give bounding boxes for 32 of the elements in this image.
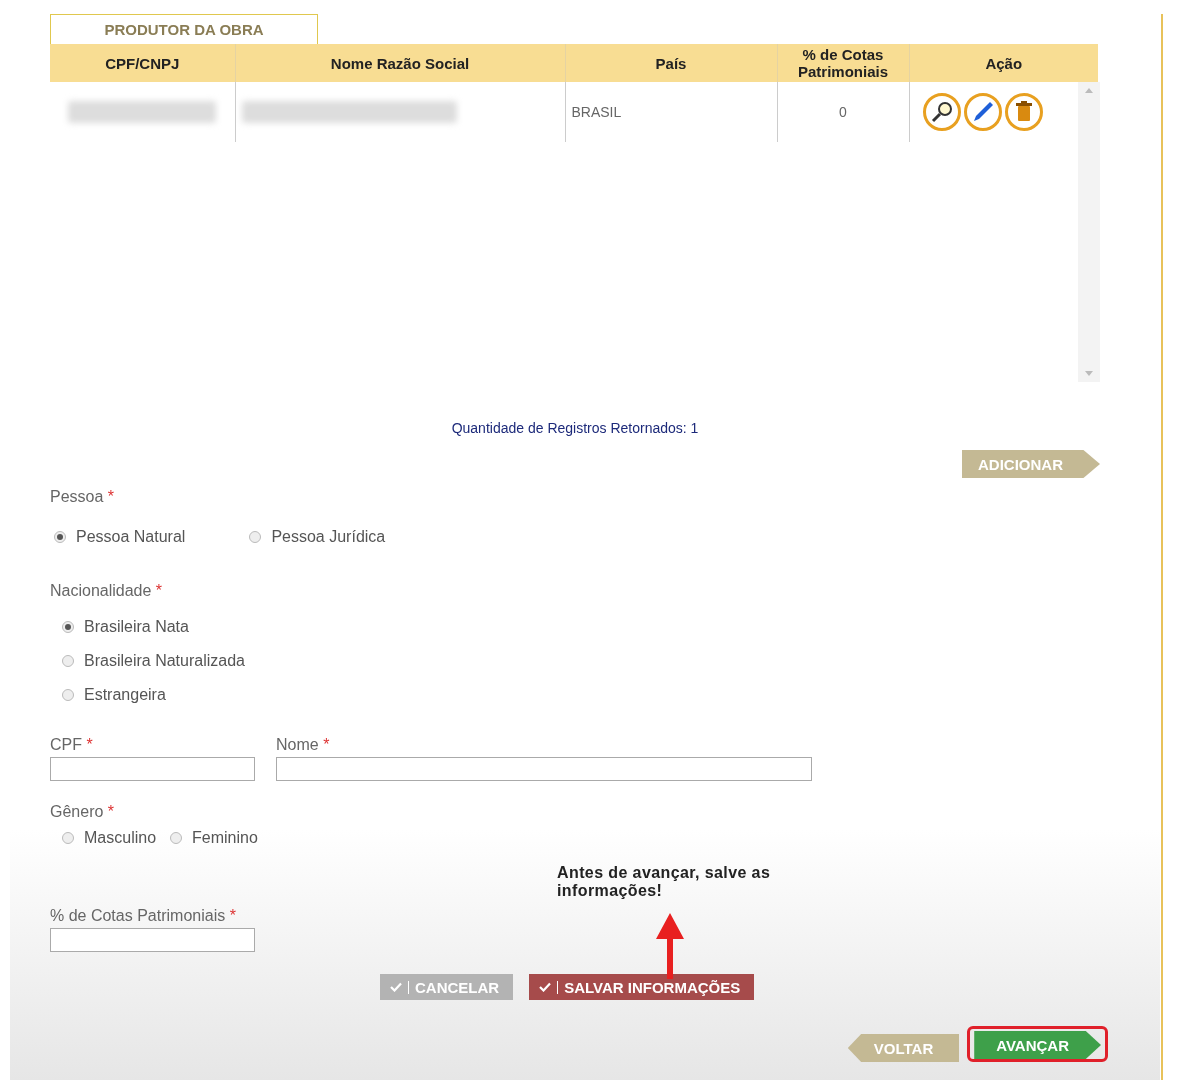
column-header: País [565,44,777,82]
column-header: Nome Razão Social [235,44,565,82]
scrollbar[interactable] [1078,82,1100,382]
check-icon [390,982,402,992]
name-field[interactable] [276,757,812,781]
column-header: % de Cotas Patrimoniais [777,44,909,82]
save-button[interactable]: SALVAR INFORMAÇÕES [529,974,755,1000]
field-label: Nome * [276,736,331,754]
annotation-text: Antes de avançar, salve as informações! [557,864,772,900]
field-label: % de Cotas Patrimoniais * [50,907,237,925]
radio-option[interactable]: Pessoa Jurídica [249,528,386,546]
field-label: Gênero * [50,803,115,820]
scroll-up-icon[interactable] [1085,88,1093,93]
radio-option[interactable]: Estrangeira [62,686,1100,704]
radio-option[interactable]: Brasileira Naturalizada [62,652,1100,670]
radio-option[interactable]: Feminino [170,829,258,847]
record-count: Quantidade de Registros Retornados: 1 [450,420,700,436]
column-header: Ação [909,44,1098,82]
arrow-icon [655,913,685,979]
table-cell: 0 [839,104,847,120]
radio-option[interactable]: Brasileira Nata [62,618,1100,636]
share-field[interactable] [50,928,255,952]
table-cell: BRASIL [571,104,622,120]
scroll-down-icon[interactable] [1085,371,1093,376]
radio-option[interactable]: Masculino [62,829,157,847]
radio-option[interactable]: Pessoa Natural [54,528,186,546]
field-label: Pessoa * [50,488,115,505]
column-header: CPF/CNPJ [50,44,235,82]
cpf-field[interactable] [50,757,255,781]
field-label: Nacionalidade * [50,582,163,599]
field-label: CPF * [50,736,94,754]
check-icon [539,982,552,992]
